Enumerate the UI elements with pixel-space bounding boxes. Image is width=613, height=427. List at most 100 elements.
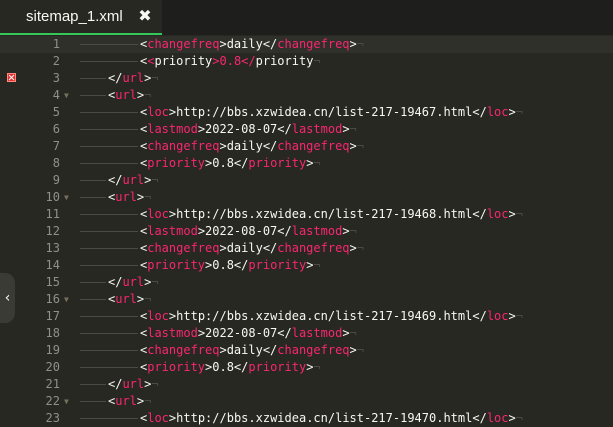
- line-number: 16: [45, 292, 60, 306]
- tab-bar: sitemap_1.xml ✖: [0, 0, 613, 35]
- code-line[interactable]: 10 ▼ <url>¬: [0, 189, 613, 206]
- indent-guide: [80, 180, 106, 181]
- eol-marker: ¬: [515, 411, 523, 425]
- eol-marker: ¬: [356, 37, 364, 51]
- line-number: 8: [52, 156, 60, 170]
- error-marker-icon[interactable]: [7, 73, 16, 82]
- indent-guide: [80, 112, 138, 113]
- code-line[interactable]: 5 <loc>http://bbs.xzwidea.cn/list-217-194…: [0, 104, 613, 121]
- chevron-left-icon[interactable]: ‹: [0, 273, 15, 323]
- code-line[interactable]: 2 <<priority>0.8</priority¬: [0, 53, 613, 70]
- code-text: </url>¬: [108, 376, 159, 393]
- code-token: priority: [255, 54, 314, 68]
- code-line[interactable]: 16 ▼ <url>¬: [0, 291, 613, 308]
- tag-name: url: [122, 377, 145, 391]
- fold-arrow-icon[interactable]: ▼: [64, 189, 72, 206]
- line-number: 21: [45, 377, 60, 391]
- eol-marker: ¬: [349, 326, 357, 340]
- indent-guide: [80, 282, 106, 283]
- code-line[interactable]: 23 <loc>http://bbs.xzwidea.cn/list-217-19…: [0, 410, 613, 427]
- tag-name: lastmod: [291, 326, 343, 340]
- code-line[interactable]: 13 <changefreq>daily</changefreq>¬: [0, 240, 613, 257]
- code-line[interactable]: 11 <loc>http://bbs.xzwidea.cn/list-217-19…: [0, 206, 613, 223]
- code-line[interactable]: 1 <changefreq>daily</changefreq>¬: [0, 36, 613, 53]
- line-number: 1: [52, 37, 60, 51]
- line-number: 9: [52, 173, 60, 187]
- tag-name: lastmod: [291, 122, 343, 136]
- eol-marker: ¬: [313, 156, 321, 170]
- code-text: </url>¬: [108, 172, 159, 189]
- eol-marker: ¬: [151, 275, 159, 289]
- code-line[interactable]: 3 </url>¬: [0, 70, 613, 87]
- code-line[interactable]: 4 ▼ <url>¬: [0, 87, 613, 104]
- code-text: </url>¬: [108, 274, 159, 291]
- code-line[interactable]: 9 </url>¬: [0, 172, 613, 189]
- indent-guide: [80, 248, 138, 249]
- line-number: 13: [45, 241, 60, 255]
- code-line[interactable]: 18 <lastmod>2022-08-07</lastmod>¬: [0, 325, 613, 342]
- line-number: 4: [52, 88, 60, 102]
- code-line[interactable]: 19 <changefreq>daily</changefreq>¬: [0, 342, 613, 359]
- code-token: >: [349, 241, 357, 255]
- line-number: 10: [45, 190, 60, 204]
- tag-name: loc: [147, 207, 169, 221]
- code-line[interactable]: 6 <lastmod>2022-08-07</lastmod>¬: [0, 121, 613, 138]
- tab-title: sitemap_1.xml: [26, 8, 123, 25]
- line-number: 6: [52, 122, 60, 136]
- code-editor[interactable]: 1 <changefreq>daily</changefreq>¬ 2 <<prior…: [0, 36, 613, 426]
- tag-name: url: [122, 173, 145, 187]
- fold-arrow-icon[interactable]: ▼: [64, 87, 72, 104]
- indent-guide: [80, 367, 138, 368]
- code-token: >: [508, 411, 516, 425]
- line-number: 14: [45, 258, 60, 272]
- tag-name: url: [122, 275, 145, 289]
- code-token: </: [108, 275, 123, 289]
- fold-arrow-icon[interactable]: ▼: [64, 393, 72, 410]
- eol-marker: ¬: [313, 360, 321, 374]
- code-text: <priority>0.8</priority>¬: [140, 155, 321, 172]
- close-icon[interactable]: ✖: [136, 5, 154, 27]
- code-token: >http://bbs.xzwidea.cn/list-217-19469.ht…: [168, 309, 487, 323]
- tag-name: lastmod: [147, 224, 198, 238]
- code-line[interactable]: 20 <priority>0.8</priority>¬: [0, 359, 613, 376]
- code-text: <loc>http://bbs.xzwidea.cn/list-217-1946…: [140, 104, 523, 121]
- code-token: >http://bbs.xzwidea.cn/list-217-19468.ht…: [168, 207, 487, 221]
- line-number: 19: [45, 343, 60, 357]
- indent-guide: [80, 401, 106, 402]
- eol-marker: ¬: [356, 343, 364, 357]
- indent-guide: [80, 265, 138, 266]
- eol-marker: ¬: [151, 71, 159, 85]
- indent-guide: [80, 231, 138, 232]
- code-token: >: [508, 105, 516, 119]
- eol-marker: ¬: [515, 207, 523, 221]
- tag-name: url: [122, 71, 145, 85]
- fold-arrow-icon[interactable]: ▼: [64, 291, 72, 308]
- indent-guide: [80, 61, 138, 62]
- code-line[interactable]: 21 </url>¬: [0, 376, 613, 393]
- code-text: <changefreq>daily</changefreq>¬: [140, 240, 364, 257]
- eol-marker: ¬: [349, 122, 357, 136]
- code-line[interactable]: 15 </url>¬: [0, 274, 613, 291]
- code-text: <changefreq>daily</changefreq>¬: [140, 138, 364, 155]
- code-line[interactable]: 8 <priority>0.8</priority>¬: [0, 155, 613, 172]
- code-text: <lastmod>2022-08-07</lastmod>¬: [140, 121, 357, 138]
- code-token: >daily</: [219, 241, 278, 255]
- eol-marker: ¬: [144, 292, 152, 306]
- tag-name: lastmod: [147, 326, 198, 340]
- code-text: </url>¬: [108, 70, 159, 87]
- line-number: 2: [52, 54, 60, 68]
- eol-marker: ¬: [515, 105, 523, 119]
- code-line[interactable]: 22 ▼ <url>¬: [0, 393, 613, 410]
- code-line[interactable]: 17 <loc>http://bbs.xzwidea.cn/list-217-19…: [0, 308, 613, 325]
- indent-guide: [80, 299, 106, 300]
- code-text: <priority>0.8</priority>¬: [140, 257, 321, 274]
- tag-name: lastmod: [291, 224, 343, 238]
- code-line[interactable]: 12 <lastmod>2022-08-07</lastmod>¬: [0, 223, 613, 240]
- line-number: 18: [45, 326, 60, 340]
- tag-name: changefreq: [147, 343, 220, 357]
- tab-sitemap[interactable]: sitemap_1.xml ✖: [0, 0, 162, 35]
- code-line[interactable]: 7 <changefreq>daily</changefreq>¬: [0, 138, 613, 155]
- line-number: 22: [45, 394, 60, 408]
- code-line[interactable]: 14 <priority>0.8</priority>¬: [0, 257, 613, 274]
- code-token: >2022-08-07</: [197, 122, 292, 136]
